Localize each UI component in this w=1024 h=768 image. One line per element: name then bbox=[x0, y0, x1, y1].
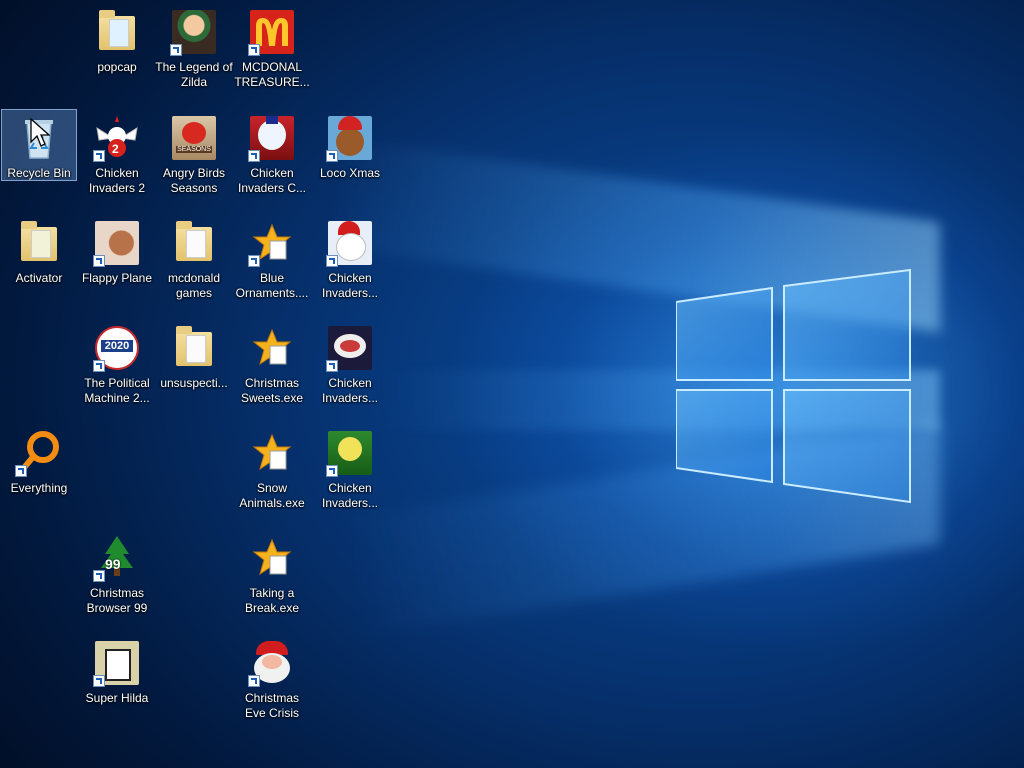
icon-label: Activator bbox=[15, 271, 63, 285]
desktop-icon-blue-ornaments[interactable]: Blue Ornaments.... bbox=[235, 215, 309, 315]
desktop-icon-loco-xmas[interactable]: Loco Xmas bbox=[313, 110, 387, 210]
windows-logo-wallpaper bbox=[676, 268, 911, 504]
desktop-icon-mcdonal-treasure[interactable]: MCDONAL TREASURE... bbox=[234, 4, 310, 104]
mcdonalds-logo-icon bbox=[248, 8, 296, 56]
chicken-santa-icon bbox=[326, 219, 374, 267]
shortcut-arrow-icon bbox=[170, 44, 182, 56]
icon-label: Chicken Invaders... bbox=[321, 271, 379, 300]
icon-label: Blue Ornaments.... bbox=[235, 271, 309, 300]
icon-label: Taking a Break.exe bbox=[244, 586, 300, 615]
icon-label: Super Hilda bbox=[85, 691, 149, 705]
shortcut-arrow-icon bbox=[248, 44, 260, 56]
shortcut-arrow-icon bbox=[326, 255, 338, 267]
icon-label: Christmas Sweets.exe bbox=[240, 376, 304, 405]
icon-label: Christmas Eve Crisis bbox=[244, 691, 299, 720]
desktop-icon-christmas-sweets[interactable]: Christmas Sweets.exe bbox=[235, 320, 309, 420]
chicken-green-icon bbox=[326, 429, 374, 477]
folder-icon bbox=[93, 8, 141, 56]
desktop-icon-unsuspecti[interactable]: unsuspecti... bbox=[157, 320, 231, 420]
magnifier-icon bbox=[15, 429, 63, 477]
shortcut-arrow-icon bbox=[93, 150, 105, 162]
icon-label: unsuspecti... bbox=[160, 376, 228, 390]
desktop-icon-activator[interactable]: Activator bbox=[2, 215, 76, 315]
icon-badge-text: 2020 bbox=[101, 340, 133, 352]
political-machine-icon: 2020 bbox=[93, 324, 141, 372]
desktop-icon-christmas-browser[interactable]: 99 Christmas Browser 99 bbox=[80, 530, 154, 630]
desktop-icon-snow-animals[interactable]: Snow Animals.exe bbox=[235, 425, 309, 525]
desktop-icon-everything[interactable]: Everything bbox=[2, 425, 76, 525]
icon-label: Recycle Bin bbox=[7, 166, 71, 180]
desktop-icon-chicken-invaders-b[interactable]: Chicken Invaders... bbox=[313, 320, 387, 420]
folder-icon bbox=[170, 219, 218, 267]
icon-label: The Political Machine 2... bbox=[84, 376, 150, 405]
desktop-icon-flappy-plane[interactable]: Flappy Plane bbox=[80, 215, 154, 315]
desktop-icon-taking-a-break[interactable]: Taking a Break.exe bbox=[235, 530, 309, 630]
chicken-ship-icon bbox=[326, 324, 374, 372]
icon-label: Everything bbox=[10, 481, 68, 495]
teddy-bear-santa-icon bbox=[326, 114, 374, 162]
icon-label: The Legend of Zilda bbox=[155, 60, 233, 89]
exe-puzzle-icon bbox=[248, 429, 296, 477]
chicken-game-icon: 2 bbox=[93, 114, 141, 162]
shortcut-arrow-icon bbox=[93, 570, 105, 582]
icon-label: popcap bbox=[97, 60, 137, 74]
desktop[interactable]: popcap The Legend of Zilda MCDONAL TREAS… bbox=[0, 0, 1024, 768]
shortcut-arrow-icon bbox=[326, 150, 338, 162]
icon-badge-text: 99 bbox=[105, 556, 121, 572]
exe-puzzle-icon bbox=[248, 219, 296, 267]
desktop-icon-chicken-invaders-d[interactable]: Chicken Invaders... bbox=[313, 425, 387, 525]
shortcut-arrow-icon bbox=[326, 465, 338, 477]
desktop-icon-christmas-eve-crisis[interactable]: Christmas Eve Crisis bbox=[235, 635, 309, 735]
desktop-icon-mcdonald-games[interactable]: mcdonald games bbox=[157, 215, 231, 315]
icon-label: Chicken Invaders... bbox=[321, 376, 379, 405]
desktop-icon-chicken-invaders-2[interactable]: 2 Chicken Invaders 2 bbox=[80, 110, 154, 210]
icon-label: MCDONAL TREASURE... bbox=[234, 60, 310, 89]
icon-badge-text: 2 bbox=[112, 142, 119, 156]
icon-label: mcdonald games bbox=[167, 271, 221, 300]
desktop-icon-chicken-invaders-a[interactable]: Chicken Invaders... bbox=[313, 215, 387, 315]
zilda-game-icon bbox=[170, 8, 218, 56]
icon-label: Flappy Plane bbox=[81, 271, 153, 285]
exe-puzzle-icon bbox=[248, 534, 296, 582]
santa-face-icon bbox=[248, 639, 296, 687]
icon-badge-text: SEASONS bbox=[176, 146, 212, 153]
snowman-chicken-icon bbox=[248, 114, 296, 162]
desktop-icon-legend-of-zilda[interactable]: The Legend of Zilda bbox=[155, 4, 233, 104]
desktop-icon-angry-birds-seasons[interactable]: SEASONS Angry Birds Seasons bbox=[157, 110, 231, 210]
desktop-icon-popcap[interactable]: popcap bbox=[80, 4, 154, 104]
shortcut-arrow-icon bbox=[248, 255, 260, 267]
shortcut-arrow-icon bbox=[93, 675, 105, 687]
icon-label: Chicken Invaders 2 bbox=[88, 166, 146, 195]
desktop-icon-super-hilda[interactable]: Super Hilda bbox=[80, 635, 154, 735]
shortcut-arrow-icon bbox=[93, 360, 105, 372]
desktop-icon-chicken-invaders-c[interactable]: Chicken Invaders C... bbox=[235, 110, 309, 210]
pixel-dog-icon bbox=[93, 639, 141, 687]
mouse-pointer-icon bbox=[30, 118, 50, 147]
shortcut-arrow-icon bbox=[93, 255, 105, 267]
icon-label: Angry Birds Seasons bbox=[162, 166, 226, 195]
desktop-icon-political-machine[interactable]: 2020 The Political Machine 2... bbox=[80, 320, 154, 420]
flappy-plane-icon bbox=[93, 219, 141, 267]
shortcut-arrow-icon bbox=[15, 465, 27, 477]
icon-label: Christmas Browser 99 bbox=[86, 586, 148, 615]
angry-birds-icon: SEASONS bbox=[170, 114, 218, 162]
shortcut-arrow-icon bbox=[248, 150, 260, 162]
shortcut-arrow-icon bbox=[248, 675, 260, 687]
shortcut-arrow-icon bbox=[326, 360, 338, 372]
icon-label: Loco Xmas bbox=[319, 166, 381, 180]
icon-label: Snow Animals.exe bbox=[239, 481, 305, 510]
icon-label: Chicken Invaders... bbox=[321, 481, 379, 510]
icon-label: Chicken Invaders C... bbox=[237, 166, 307, 195]
exe-puzzle-icon bbox=[248, 324, 296, 372]
folder-icon bbox=[170, 324, 218, 372]
folder-icon bbox=[15, 219, 63, 267]
christmas-tree-icon: 99 bbox=[93, 534, 141, 582]
